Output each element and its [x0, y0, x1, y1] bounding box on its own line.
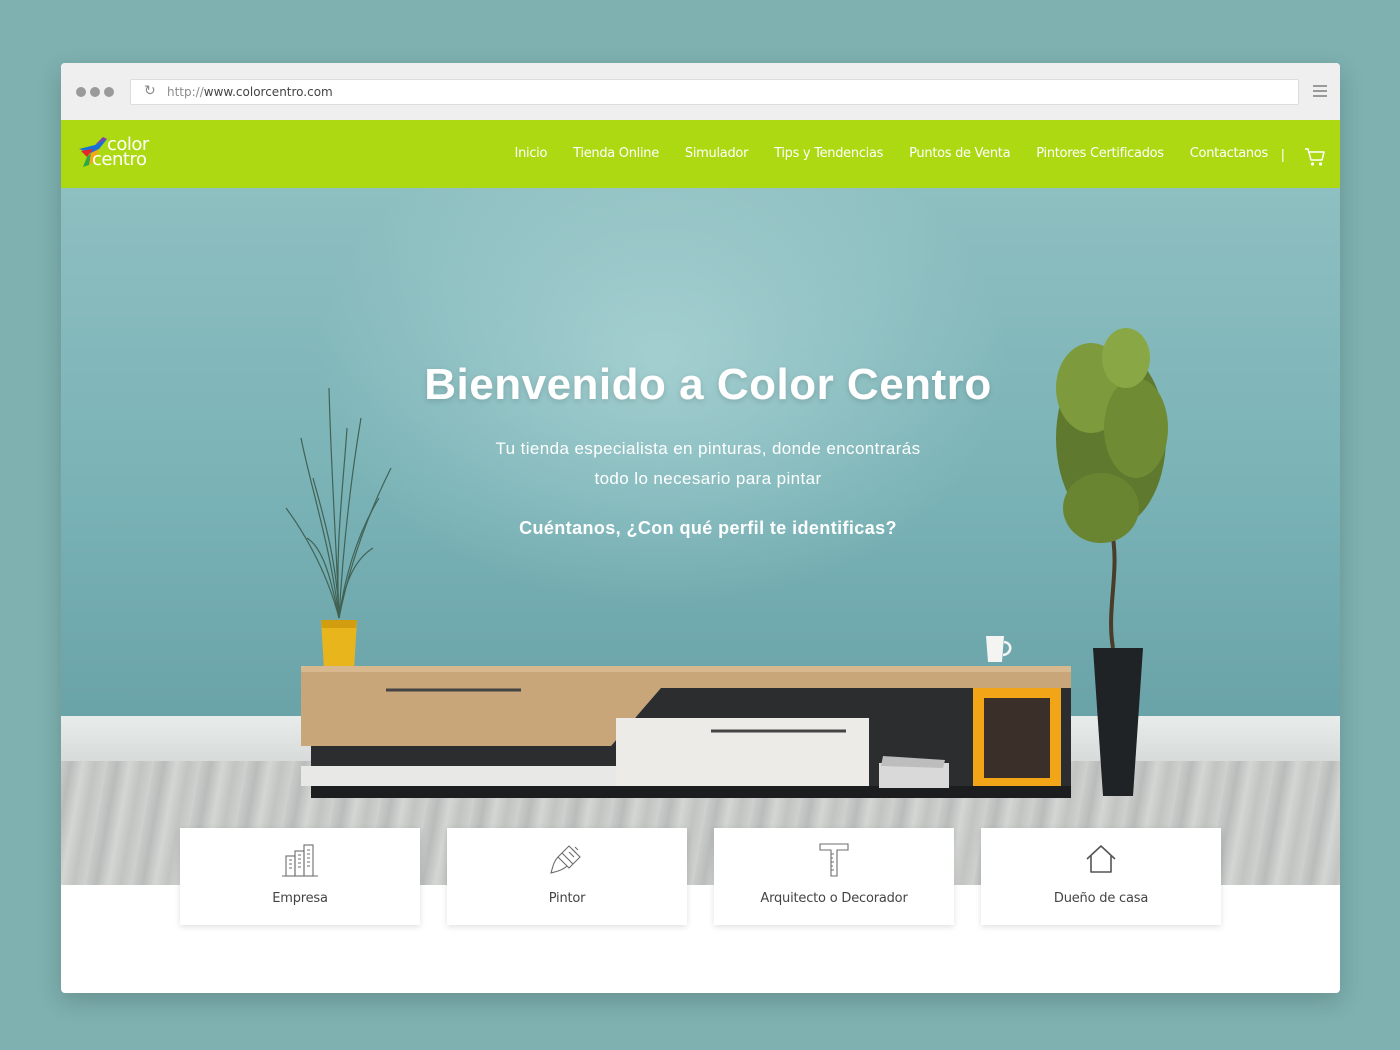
window-controls — [76, 87, 114, 97]
nav-item-contactanos[interactable]: Contactanos — [1190, 146, 1269, 161]
url-protocol: http:// — [167, 85, 204, 99]
nav-item-inicio[interactable]: Inicio — [515, 146, 548, 161]
profile-label-dueno-de-casa: Dueño de casa — [1053, 891, 1149, 906]
browser-toolbar: ↻ http://www.colorcentro.com — [61, 63, 1340, 121]
profile-card-pintor[interactable]: Pintor — [447, 828, 687, 925]
logo-text-centro: centro — [92, 149, 147, 170]
site-logo[interactable]: color centro — [77, 133, 157, 175]
nav-item-tips-tendencias[interactable]: Tips y Tendencias — [774, 146, 883, 161]
window-dot-minimize[interactable] — [90, 87, 100, 97]
main-nav: Inicio Tienda Online Simulador Tips y Te… — [515, 146, 1269, 161]
browser-window: ↻ http://www.colorcentro.com color centr… — [61, 63, 1340, 993]
profile-label-empresa: Empresa — [272, 891, 328, 906]
profile-card-empresa[interactable]: Empresa — [180, 828, 420, 925]
window-dot-maximize[interactable] — [104, 87, 114, 97]
paint-brush-icon — [550, 845, 581, 874]
shopping-cart-icon[interactable] — [1304, 147, 1326, 167]
profile-cards: Empresa Pintor Arquitecto o Decorador Du… — [180, 828, 1221, 925]
browser-menu-icon[interactable] — [1313, 85, 1327, 100]
address-bar[interactable]: ↻ http://www.colorcentro.com — [130, 79, 1299, 105]
profile-card-arquitecto[interactable]: Arquitecto o Decorador — [714, 828, 954, 925]
nav-item-pintores-certificados[interactable]: Pintores Certificados — [1036, 146, 1164, 161]
grass-plant-icon — [285, 387, 392, 619]
site-header: color centro Inicio Tienda Online Simula… — [61, 120, 1340, 188]
hero-subtitle-line2: todo lo necesario para pintar — [594, 469, 822, 488]
profile-label-pintor: Pintor — [548, 891, 586, 906]
window-dot-close[interactable] — [76, 87, 86, 97]
building-icon — [282, 844, 318, 877]
hero-banner: Bienvenido a Color Centro Tu tienda espe… — [61, 188, 1340, 885]
hero-subtitle: Tu tienda especialista en pinturas, dond… — [61, 434, 1340, 494]
nav-item-tienda-online[interactable]: Tienda Online — [573, 146, 659, 161]
hero-title: Bienvenido a Color Centro — [424, 360, 992, 409]
profile-label-arquitecto: Arquitecto o Decorador — [760, 891, 908, 906]
url-text[interactable]: http://www.colorcentro.com — [167, 85, 333, 99]
nav-item-simulador[interactable]: Simulador — [685, 146, 749, 161]
url-host: www.colorcentro.com — [203, 85, 333, 99]
hero-question: Cuéntanos, ¿Con qué perfil te identifica… — [519, 518, 897, 538]
hero-subtitle-line1: Tu tienda especialista en pinturas, dond… — [495, 439, 921, 458]
house-icon — [1086, 845, 1116, 873]
reload-icon[interactable]: ↻ — [144, 84, 158, 98]
tv-stand-illustration — [301, 636, 1071, 798]
t-square-icon — [819, 843, 849, 877]
profile-card-dueno-de-casa[interactable]: Dueño de casa — [981, 828, 1221, 925]
nav-item-puntos-de-venta[interactable]: Puntos de Venta — [909, 146, 1010, 161]
nav-separator: | — [1281, 146, 1285, 162]
